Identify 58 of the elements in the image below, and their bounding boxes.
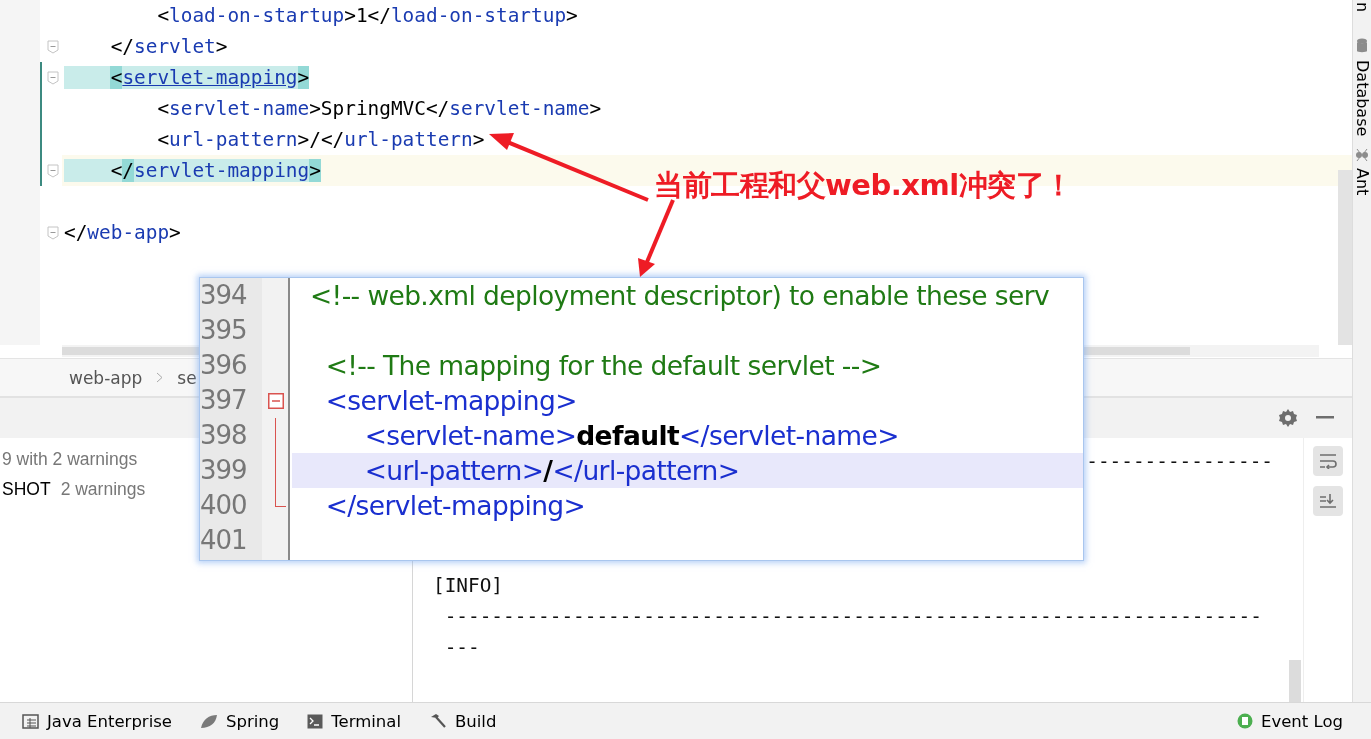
minimize-icon[interactable] (1316, 416, 1334, 420)
line-number: 401 (200, 524, 248, 557)
terminal-icon (307, 713, 324, 729)
console-line: [INFO] (433, 573, 505, 599)
vertical-scrollbar[interactable] (1338, 170, 1352, 345)
console-line: ---------------------------------------------------------------------- (443, 604, 1263, 630)
breadcrumb-item[interactable]: web-app (69, 367, 143, 388)
code-line: </web-app> (63, 220, 182, 246)
database-icon (1356, 38, 1368, 55)
code-line: <load-on-startup>1</load-on-startup> (156, 3, 579, 29)
console-line: --- (443, 635, 481, 661)
tool-window-button[interactable]: Spring (200, 711, 280, 731)
tool-window-button[interactable]: Terminal (307, 711, 401, 731)
tool-window-button[interactable]: Build (428, 711, 497, 731)
console-line: ---------------- (1086, 449, 1273, 475)
fold-icon[interactable] (268, 392, 284, 409)
code-line: <servlet-mapping> (62, 62, 1352, 93)
leaf-icon (200, 713, 218, 729)
chevron-icon (156, 372, 164, 383)
code-line: <url-pattern>/</url-pattern> (156, 127, 486, 153)
line-number: 396 (200, 349, 248, 382)
code-line: <servlet-mapping> (324, 384, 578, 418)
event-log-button[interactable]: Event Log (1237, 711, 1343, 731)
line-number: 398 (200, 419, 248, 452)
fold-icon[interactable] (47, 163, 59, 178)
fold-icon[interactable] (47, 39, 59, 54)
table-icon (22, 713, 39, 729)
warning-count: 9 with 2 warnings (2, 448, 138, 470)
code-line: <servlet-name>default</servlet-name> (363, 419, 900, 453)
settings-icon[interactable] (1278, 408, 1298, 428)
side-tab[interactable]: Database (1353, 38, 1371, 137)
event-icon (1237, 713, 1253, 729)
code-line: </servlet-mapping> (324, 489, 587, 523)
side-tab[interactable]: Ant (1353, 148, 1371, 196)
scroll-down-icon (1318, 493, 1338, 509)
breadcrumb-item[interactable]: se (177, 367, 197, 388)
annotation-text: 当前工程和父web.xml冲突了！ (654, 167, 1073, 204)
soft-wrap-button[interactable] (1313, 446, 1343, 476)
wrap-icon (1318, 453, 1338, 469)
build-node-name: SHOT (2, 478, 51, 500)
code-line: <!-- web.xml deployment descriptor) to enable these serv (309, 279, 1051, 313)
code-line: <servlet-name>SpringMVC</servlet-name> (156, 96, 603, 122)
code-line: </servlet> (109, 34, 229, 60)
line-number: 397 (200, 384, 248, 417)
scroll-to-end-button[interactable] (1313, 486, 1343, 516)
line-number: 400 (200, 489, 248, 522)
scrollbar[interactable] (1289, 660, 1301, 702)
side-tab[interactable]: n (1353, 2, 1371, 13)
line-number: 399 (200, 454, 248, 487)
tool-window-button[interactable]: Java Enterprise (22, 711, 172, 731)
fold-end-line (275, 488, 286, 507)
fold-icon[interactable] (47, 70, 59, 85)
ant-icon (1355, 148, 1369, 163)
warning-count: 2 warnings (60, 478, 146, 500)
line-number: 394 (200, 279, 248, 312)
fold-icon[interactable] (47, 225, 59, 240)
line-number: 395 (200, 314, 248, 347)
code-line: <!-- The mapping for the default servlet --> (324, 349, 883, 383)
